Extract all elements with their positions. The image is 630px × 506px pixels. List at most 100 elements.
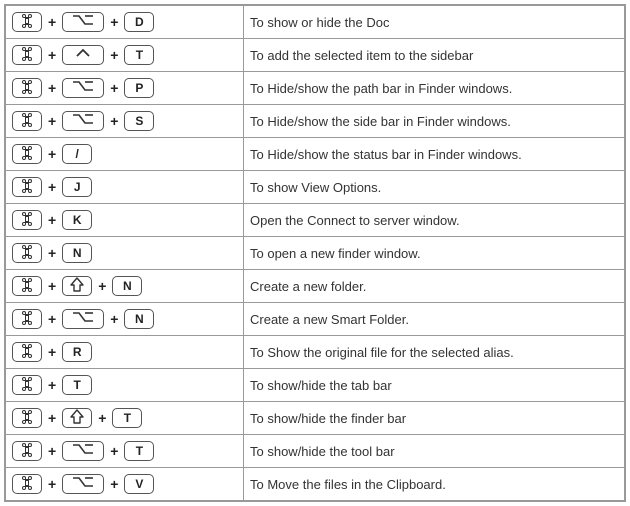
shortcut-keys: +N: [5, 237, 244, 270]
plus-separator: +: [110, 47, 118, 63]
command-key-icon: [12, 408, 42, 428]
command-key-icon: [12, 78, 42, 98]
table-row: + + T To add the selected item to the sideb…: [5, 39, 625, 72]
key-n: N: [112, 276, 142, 296]
key-p: P: [124, 78, 154, 98]
key-t: T: [112, 408, 142, 428]
command-key-icon: [12, 210, 42, 230]
plus-separator: +: [48, 212, 56, 228]
key-d: D: [124, 12, 154, 32]
control-key-icon: [62, 45, 104, 65]
shortcut-description: To Move the files in the Clipboard.: [244, 468, 626, 502]
command-key-icon: [12, 45, 42, 65]
shortcut-keys: ++N: [5, 270, 244, 303]
table-row: +NTo open a new finder window.: [5, 237, 625, 270]
key-t: T: [62, 375, 92, 395]
shortcut-keys: + + T: [5, 39, 244, 72]
key-v: V: [124, 474, 154, 494]
table-row: + + N Create a new Smart Folder.: [5, 303, 625, 336]
command-key-icon: [12, 441, 42, 461]
shortcut-description: Create a new Smart Folder.: [244, 303, 626, 336]
shortcut-description: To open a new finder window.: [244, 237, 626, 270]
plus-separator: +: [110, 476, 118, 492]
shortcuts-table: ++DTo show or hide the Doc++TTo add the …: [4, 4, 626, 502]
shortcut-description: Create a new folder.: [244, 270, 626, 303]
table-row: ++NCreate a new folder.: [5, 270, 625, 303]
option-key-icon: [62, 111, 104, 131]
key-r: R: [62, 342, 92, 362]
table-row: ++TTo show/hide the finder bar: [5, 402, 625, 435]
key-s: S: [124, 111, 154, 131]
command-key-icon: [12, 309, 42, 329]
key-k: K: [62, 210, 92, 230]
shortcut-keys: ++T: [5, 435, 244, 468]
shortcut-description: To show/hide the tool bar: [244, 435, 626, 468]
command-key-icon: [12, 342, 42, 362]
shortcut-description: To Hide/show the status bar in Finder wi…: [244, 138, 626, 171]
plus-separator: +: [98, 410, 106, 426]
shortcut-description: To add the selected item to the sidebar: [244, 39, 626, 72]
key-t: T: [124, 441, 154, 461]
plus-separator: +: [110, 80, 118, 96]
plus-separator: +: [110, 113, 118, 129]
shortcut-description: To Hide/show the side bar in Finder wind…: [244, 105, 626, 138]
plus-separator: +: [48, 476, 56, 492]
plus-separator: +: [48, 113, 56, 129]
plus-separator: +: [48, 443, 56, 459]
shortcut-keys: + + S: [5, 105, 244, 138]
key-t: T: [124, 45, 154, 65]
table-row: + + S To Hide/show the side bar in Finder w…: [5, 105, 625, 138]
option-key-icon: [62, 474, 104, 494]
plus-separator: +: [48, 80, 56, 96]
shortcut-description: To show or hide the Doc: [244, 5, 626, 39]
shortcut-description: To Hide/show the path bar in Finder wind…: [244, 72, 626, 105]
shortcut-keys: +K: [5, 204, 244, 237]
plus-separator: +: [48, 311, 56, 327]
table-row: +TTo show/hide the tab bar: [5, 369, 625, 402]
shortcut-description: Open the Connect to server window.: [244, 204, 626, 237]
plus-separator: +: [48, 344, 56, 360]
table-row: +/To Hide/show the status bar in Finder …: [5, 138, 625, 171]
table-row: +KOpen the Connect to server window.: [5, 204, 625, 237]
shortcut-keys: +T: [5, 369, 244, 402]
key-n: N: [124, 309, 154, 329]
command-key-icon: [12, 144, 42, 164]
shortcut-keys: + + T: [5, 402, 244, 435]
command-key-icon: [12, 111, 42, 131]
command-key-icon: [12, 276, 42, 296]
table-row: +JTo show View Options.: [5, 171, 625, 204]
command-key-icon: [12, 177, 42, 197]
command-key-icon: [12, 375, 42, 395]
plus-separator: +: [48, 146, 56, 162]
shortcut-keys: ++D: [5, 5, 244, 39]
plus-separator: +: [48, 47, 56, 63]
plus-separator: +: [48, 377, 56, 393]
plus-separator: +: [48, 14, 56, 30]
shortcut-keys: +/: [5, 138, 244, 171]
key-n: N: [62, 243, 92, 263]
table-row: + + P To Hide/show the path bar in Finder w…: [5, 72, 625, 105]
shortcut-keys: + + V: [5, 468, 244, 502]
shortcut-description: To show View Options.: [244, 171, 626, 204]
option-key-icon: [62, 12, 104, 32]
plus-separator: +: [48, 410, 56, 426]
plus-separator: +: [48, 278, 56, 294]
shortcut-keys: + + P: [5, 72, 244, 105]
shift-key-icon: [62, 408, 92, 428]
plus-separator: +: [48, 179, 56, 195]
shortcut-description: To show/hide the tab bar: [244, 369, 626, 402]
option-key-icon: [62, 78, 104, 98]
key-j: J: [62, 177, 92, 197]
table-row: +RTo Show the original file for the sele…: [5, 336, 625, 369]
shortcut-keys: +R: [5, 336, 244, 369]
plus-separator: +: [110, 311, 118, 327]
command-key-icon: [12, 243, 42, 263]
table-row: ++TTo show/hide the tool bar: [5, 435, 625, 468]
table-row: ++DTo show or hide the Doc: [5, 5, 625, 39]
shortcut-description: To Show the original file for the select…: [244, 336, 626, 369]
plus-separator: +: [48, 245, 56, 261]
command-key-icon: [12, 474, 42, 494]
key-/: /: [62, 144, 92, 164]
option-key-icon: [62, 309, 104, 329]
shortcut-keys: +J: [5, 171, 244, 204]
